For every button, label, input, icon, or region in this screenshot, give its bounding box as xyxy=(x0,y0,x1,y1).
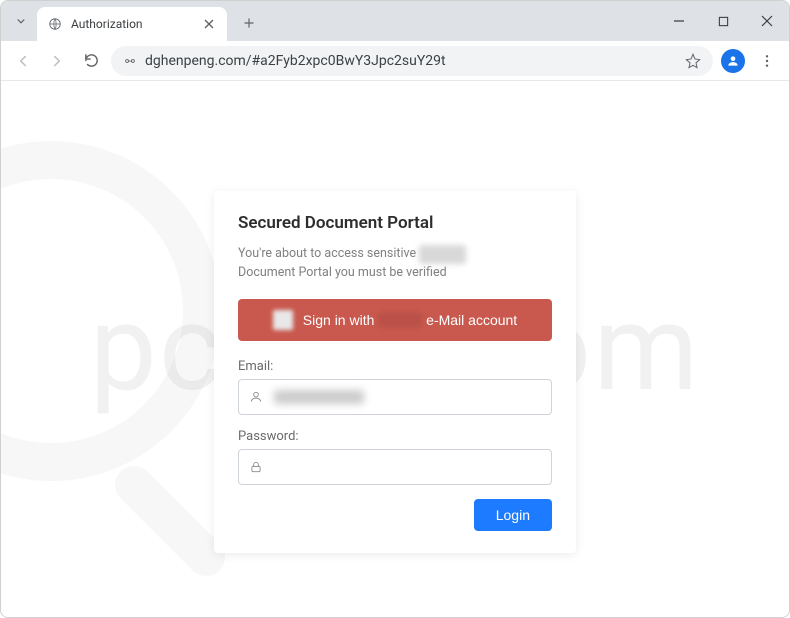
password-label: Password: xyxy=(238,429,552,444)
card-title: Secured Document Portal xyxy=(238,213,552,233)
back-button[interactable] xyxy=(9,47,37,75)
password-input[interactable] xyxy=(238,449,552,485)
kebab-icon xyxy=(759,53,775,69)
browser-tab[interactable]: Authorization xyxy=(37,7,227,41)
maximize-icon xyxy=(718,16,729,27)
tab-search-dropdown[interactable] xyxy=(9,9,33,33)
arrow-left-icon xyxy=(14,52,32,70)
close-icon xyxy=(761,15,773,27)
signin-label: Sign in with xxxx e-Mail account xyxy=(303,312,517,328)
card-footer: Login xyxy=(238,499,552,531)
close-window-button[interactable] xyxy=(753,7,781,35)
watermark-magnifier-icon xyxy=(0,141,221,481)
provider-logo-icon xyxy=(273,310,293,330)
url-text: dghenpeng.com/#a2Fyb2xpc0BwY3Jpc2suY29t xyxy=(145,53,677,69)
subtitle-text-1: You're about to access sensitive xyxy=(238,246,419,261)
minimize-button[interactable] xyxy=(665,7,693,35)
lock-icon xyxy=(248,459,264,475)
address-bar[interactable]: dghenpeng.com/#a2Fyb2xpc0BwY3Jpc2suY29t xyxy=(111,46,713,76)
page-content: pcrisk.com Secured Document Portal You'r… xyxy=(1,81,789,617)
profile-button[interactable] xyxy=(719,47,747,75)
reload-icon xyxy=(83,52,100,69)
user-icon xyxy=(248,389,264,405)
titlebar: Authorization xyxy=(1,1,789,41)
login-card: Secured Document Portal You're about to … xyxy=(214,191,576,553)
maximize-button[interactable] xyxy=(709,7,737,35)
chevron-down-icon xyxy=(14,14,28,28)
signin-prefix: Sign in with xyxy=(303,312,378,328)
browser-window: Authorization xyxy=(0,0,790,618)
signin-suffix: e-Mail account xyxy=(422,312,517,328)
menu-button[interactable] xyxy=(753,47,781,75)
signin-with-button[interactable]: Sign in with xxxx e-Mail account xyxy=(238,299,552,341)
password-input-wrap xyxy=(238,449,552,485)
subtitle-text-2: Document Portal you must be verified xyxy=(238,265,447,280)
site-info-icon xyxy=(123,54,137,68)
redacted-provider: xxxx xyxy=(378,312,422,328)
toolbar: dghenpeng.com/#a2Fyb2xpc0BwY3Jpc2suY29t xyxy=(1,41,789,81)
redacted-email-value xyxy=(274,390,364,404)
login-button[interactable]: Login xyxy=(474,499,552,531)
tab-close-button[interactable] xyxy=(201,16,217,32)
window-controls xyxy=(665,1,781,41)
forward-button[interactable] xyxy=(43,47,71,75)
card-subtitle: You're about to access sensitive xxxxx D… xyxy=(238,245,552,283)
plus-icon xyxy=(242,16,256,30)
email-input-wrap xyxy=(238,379,552,415)
reload-button[interactable] xyxy=(77,47,105,75)
tab-title: Authorization xyxy=(71,17,201,31)
star-icon[interactable] xyxy=(685,53,701,69)
close-icon xyxy=(204,19,214,29)
profile-avatar-icon xyxy=(721,49,745,73)
new-tab-button[interactable] xyxy=(235,9,263,37)
globe-icon xyxy=(47,16,63,32)
redacted-text: xxxxx xyxy=(419,245,466,264)
email-label: Email: xyxy=(238,359,552,374)
minimize-icon xyxy=(673,15,685,27)
arrow-right-icon xyxy=(48,52,66,70)
